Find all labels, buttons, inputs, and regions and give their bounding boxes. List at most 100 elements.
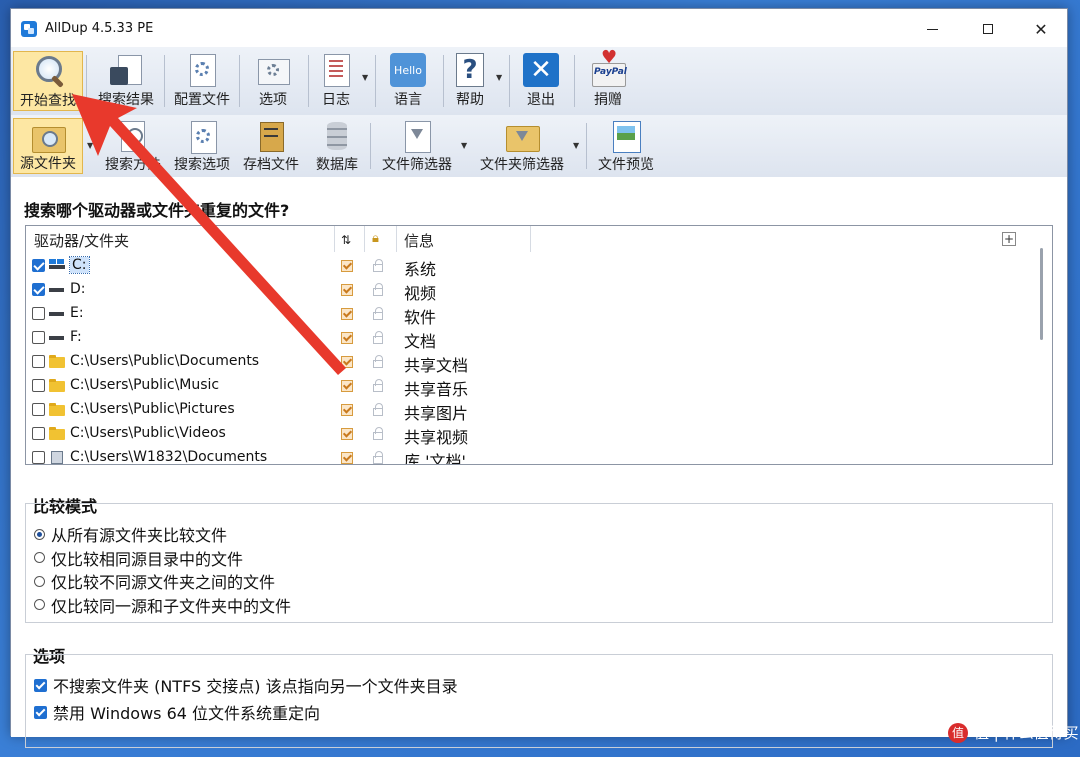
folder-filter-button[interactable]: 文件夹筛选器 bbox=[475, 118, 569, 174]
paypal-icon-text: PayPal bbox=[594, 67, 627, 77]
include-subfolders-check-icon[interactable] bbox=[341, 428, 353, 440]
table-row[interactable]: C:\Users\Public\Videos 共享视频 bbox=[26, 422, 1052, 447]
table-row[interactable]: D: 视频 bbox=[26, 278, 1052, 303]
file-preview-icon bbox=[609, 120, 643, 153]
option-checkbox[interactable] bbox=[34, 705, 47, 719]
compare-mode-option[interactable]: 从所有源文件夹比较文件 bbox=[34, 522, 227, 546]
option-checkbox[interactable] bbox=[34, 678, 47, 692]
help-button[interactable]: 帮助 bbox=[448, 51, 492, 111]
archive-files-button[interactable]: 存档文件 bbox=[238, 118, 304, 174]
source-folder-button[interactable]: 源文件夹 bbox=[13, 118, 83, 174]
options-icon bbox=[255, 53, 291, 87]
exit-button[interactable]: ✕ 退出 bbox=[519, 51, 563, 111]
row-checkbox[interactable] bbox=[32, 307, 45, 320]
log-icon bbox=[318, 53, 354, 87]
column-header-lock-icon[interactable]: 🔒︎ bbox=[372, 231, 379, 246]
folder-filter-dropdown-arrow-icon[interactable]: ▼ bbox=[573, 141, 579, 150]
search-options-label: 搜索选项 bbox=[174, 157, 230, 173]
compare-mode-option[interactable]: 仅比较同一源和子文件夹中的文件 bbox=[34, 593, 291, 617]
options-label: 选项 bbox=[259, 92, 287, 108]
column-header-info[interactable]: 信息 bbox=[404, 230, 434, 251]
file-filter-dropdown-arrow-icon[interactable]: ▼ bbox=[461, 141, 467, 150]
table-row[interactable]: C:\Users\Public\Documents 共享文档 bbox=[26, 350, 1052, 375]
file-filter-button[interactable]: 文件筛选器 bbox=[377, 118, 457, 174]
lock-icon[interactable] bbox=[373, 355, 383, 368]
source-folder-dropdown-arrow-icon[interactable]: ▼ bbox=[87, 141, 93, 150]
radio-button[interactable] bbox=[34, 599, 45, 610]
add-folder-plus-button[interactable]: + bbox=[1002, 232, 1016, 246]
lock-icon[interactable] bbox=[373, 283, 383, 296]
drive-icon bbox=[49, 283, 65, 296]
magnifier-icon bbox=[30, 54, 66, 88]
row-checkbox[interactable] bbox=[32, 331, 45, 344]
row-checkbox[interactable] bbox=[32, 379, 45, 392]
search-results-button[interactable]: 搜索结果 bbox=[93, 51, 159, 111]
start-search-button[interactable]: 开始查找 bbox=[13, 51, 83, 111]
row-checkbox[interactable] bbox=[32, 355, 45, 368]
row-path: C:\Users\Public\Pictures bbox=[70, 401, 235, 417]
option-item[interactable]: 禁用 Windows 64 位文件系统重定向 bbox=[34, 700, 320, 724]
table-row[interactable]: E: 软件 bbox=[26, 302, 1052, 327]
table-row[interactable]: C:\Users\W1832\Documents 库 '文档' bbox=[26, 446, 1052, 464]
lock-icon[interactable] bbox=[373, 451, 383, 464]
maximize-icon bbox=[983, 24, 993, 34]
include-subfolders-check-icon[interactable] bbox=[341, 356, 353, 368]
lock-icon[interactable] bbox=[373, 259, 383, 272]
row-path: C:\Users\Public\Videos bbox=[70, 425, 226, 441]
row-checkbox[interactable] bbox=[32, 259, 45, 272]
column-header-subfolders-icon[interactable]: ⇅ bbox=[341, 233, 351, 247]
search-options-button[interactable]: 搜索选项 bbox=[169, 118, 235, 174]
drive-icon bbox=[49, 331, 65, 344]
compare-mode-option[interactable]: 仅比较相同源目录中的文件 bbox=[34, 546, 243, 570]
config-file-button[interactable]: 配置文件 bbox=[169, 51, 235, 111]
radio-button[interactable] bbox=[34, 552, 45, 563]
donate-button[interactable]: PayPal 捐赠 bbox=[584, 47, 632, 111]
table-row[interactable]: F: 文档 bbox=[26, 326, 1052, 351]
include-subfolders-check-icon[interactable] bbox=[341, 452, 353, 464]
radio-button[interactable] bbox=[34, 528, 45, 540]
lock-icon[interactable] bbox=[373, 307, 383, 320]
row-checkbox[interactable] bbox=[32, 427, 45, 440]
lock-icon[interactable] bbox=[373, 331, 383, 344]
file-filter-icon bbox=[400, 120, 434, 153]
language-button[interactable]: Hello 语言 bbox=[383, 51, 433, 111]
include-subfolders-check-icon[interactable] bbox=[341, 308, 353, 320]
option-item[interactable]: 不搜索文件夹 (NTFS 交接点) 该点指向另一个文件夹目录 bbox=[34, 673, 458, 697]
maximize-button[interactable] bbox=[966, 15, 1010, 43]
lock-icon[interactable] bbox=[373, 379, 383, 392]
minimize-button[interactable] bbox=[910, 15, 954, 43]
include-subfolders-check-icon[interactable] bbox=[341, 332, 353, 344]
column-header-path[interactable]: 驱动器/文件夹 bbox=[34, 230, 129, 251]
paypal-donate-icon: PayPal bbox=[590, 47, 627, 87]
help-icon bbox=[452, 53, 488, 87]
search-results-label: 搜索结果 bbox=[98, 92, 154, 108]
lock-icon[interactable] bbox=[373, 427, 383, 440]
table-row[interactable]: C:\Users\Public\Pictures 共享图片 bbox=[26, 398, 1052, 423]
language-label: 语言 bbox=[394, 92, 422, 108]
table-row[interactable]: C:\Users\Public\Music 共享音乐 bbox=[26, 374, 1052, 399]
table-row[interactable]: C: 系统 bbox=[26, 254, 1052, 279]
include-subfolders-check-icon[interactable] bbox=[341, 284, 353, 296]
database-button[interactable]: 数据库 bbox=[311, 118, 363, 174]
include-subfolders-check-icon[interactable] bbox=[341, 404, 353, 416]
log-dropdown-arrow-icon[interactable]: ▼ bbox=[362, 73, 368, 82]
log-button[interactable]: 日志 bbox=[314, 51, 358, 111]
log-label: 日志 bbox=[322, 92, 350, 108]
row-checkbox[interactable] bbox=[32, 451, 45, 464]
help-dropdown-arrow-icon[interactable]: ▼ bbox=[496, 73, 502, 82]
options-button[interactable]: 选项 bbox=[248, 51, 298, 111]
radio-button[interactable] bbox=[34, 575, 45, 587]
close-button[interactable]: ✕ bbox=[1019, 15, 1063, 43]
search-method-button[interactable]: 搜索方法 bbox=[100, 118, 166, 174]
include-subfolders-check-icon[interactable] bbox=[341, 260, 353, 272]
lock-icon[interactable] bbox=[373, 403, 383, 416]
drive-folder-list[interactable]: 驱动器/文件夹 ⇅ 🔒︎ 信息 + C: 系统 D: 视频 E: 软件 F: 文档 C:\Use… bbox=[25, 225, 1053, 465]
file-preview-button[interactable]: 文件预览 bbox=[593, 118, 659, 174]
include-subfolders-check-icon[interactable] bbox=[341, 380, 353, 392]
row-path: F: bbox=[70, 329, 82, 345]
option-label: 禁用 Windows 64 位文件系统重定向 bbox=[53, 704, 321, 723]
compare-mode-option[interactable]: 仅比较不同源文件夹之间的文件 bbox=[34, 569, 275, 593]
row-checkbox[interactable] bbox=[32, 283, 45, 296]
watermark: 值 值 | 什么值得买 bbox=[948, 722, 1079, 743]
row-checkbox[interactable] bbox=[32, 403, 45, 416]
